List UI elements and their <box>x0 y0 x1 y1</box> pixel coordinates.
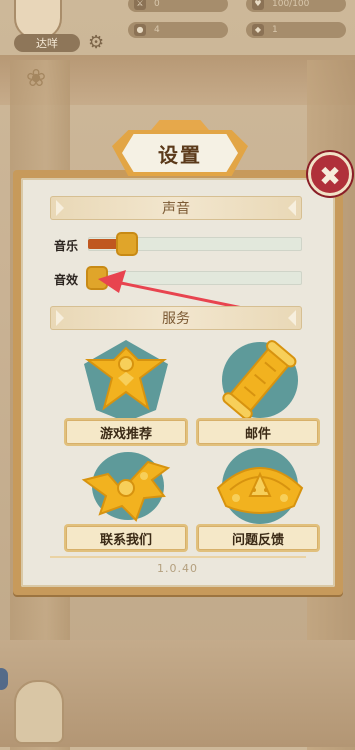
crown-icon <box>216 448 304 524</box>
feedback-button[interactable]: 问题反馈 <box>198 526 318 550</box>
version-label: 1.0.40 <box>157 562 198 575</box>
scroll-icon <box>222 340 298 420</box>
bird-icon <box>81 452 171 522</box>
section-header-service: 服务 <box>50 306 302 330</box>
service-contact-us[interactable]: 联系我们 <box>66 444 186 550</box>
service-game-recommend[interactable]: 游戏推荐 <box>66 338 186 444</box>
kite-icon <box>84 340 168 422</box>
service-mail[interactable]: 邮件 <box>198 338 318 444</box>
game-recommend-button[interactable]: 游戏推荐 <box>66 420 186 444</box>
section-title: 服务 <box>162 311 190 327</box>
mail-button[interactable]: 邮件 <box>198 420 318 444</box>
service-feedback[interactable]: 问题反馈 <box>198 444 318 550</box>
contact-us-button[interactable]: 联系我们 <box>66 526 186 550</box>
divider <box>50 556 306 558</box>
